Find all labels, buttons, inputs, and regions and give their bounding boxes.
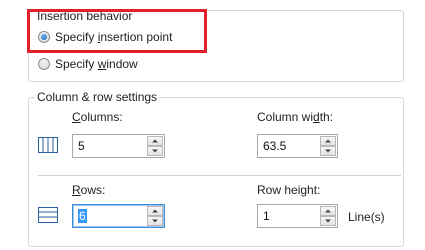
section-divider [38, 175, 401, 177]
rows-down-button[interactable] [147, 216, 163, 226]
rows-input[interactable]: 6 [78, 209, 87, 223]
column-width-up-button[interactable] [320, 136, 336, 146]
rows-label: Rows: [72, 183, 106, 197]
rows-icon [38, 207, 58, 226]
column-width-down-button[interactable] [320, 146, 336, 156]
columns-up-button[interactable] [147, 136, 163, 146]
specify-window-label: Specify window [55, 57, 138, 71]
specify-window-radio[interactable]: Specify window [38, 57, 138, 71]
column-row-settings-legend: Column & row settings [35, 90, 160, 104]
row-height-down-button[interactable] [320, 216, 336, 226]
rows-up-button[interactable] [147, 206, 163, 216]
column-width-label: Column width: [257, 110, 334, 124]
row-height-up-button[interactable] [320, 206, 336, 216]
columns-label: Columns: [72, 110, 123, 124]
row-height-label: Row height: [257, 183, 321, 197]
column-width-spinner[interactable] [257, 134, 338, 158]
columns-down-button[interactable] [147, 146, 163, 156]
row-height-unit-label: Line(s) [348, 210, 385, 224]
radio-unchecked-icon [38, 58, 50, 70]
rows-spinner[interactable]: 6 [72, 204, 165, 228]
columns-spinner[interactable] [72, 134, 165, 158]
row-height-spinner[interactable] [257, 204, 338, 228]
columns-icon [38, 137, 58, 156]
highlight-annotation-box [27, 9, 207, 53]
